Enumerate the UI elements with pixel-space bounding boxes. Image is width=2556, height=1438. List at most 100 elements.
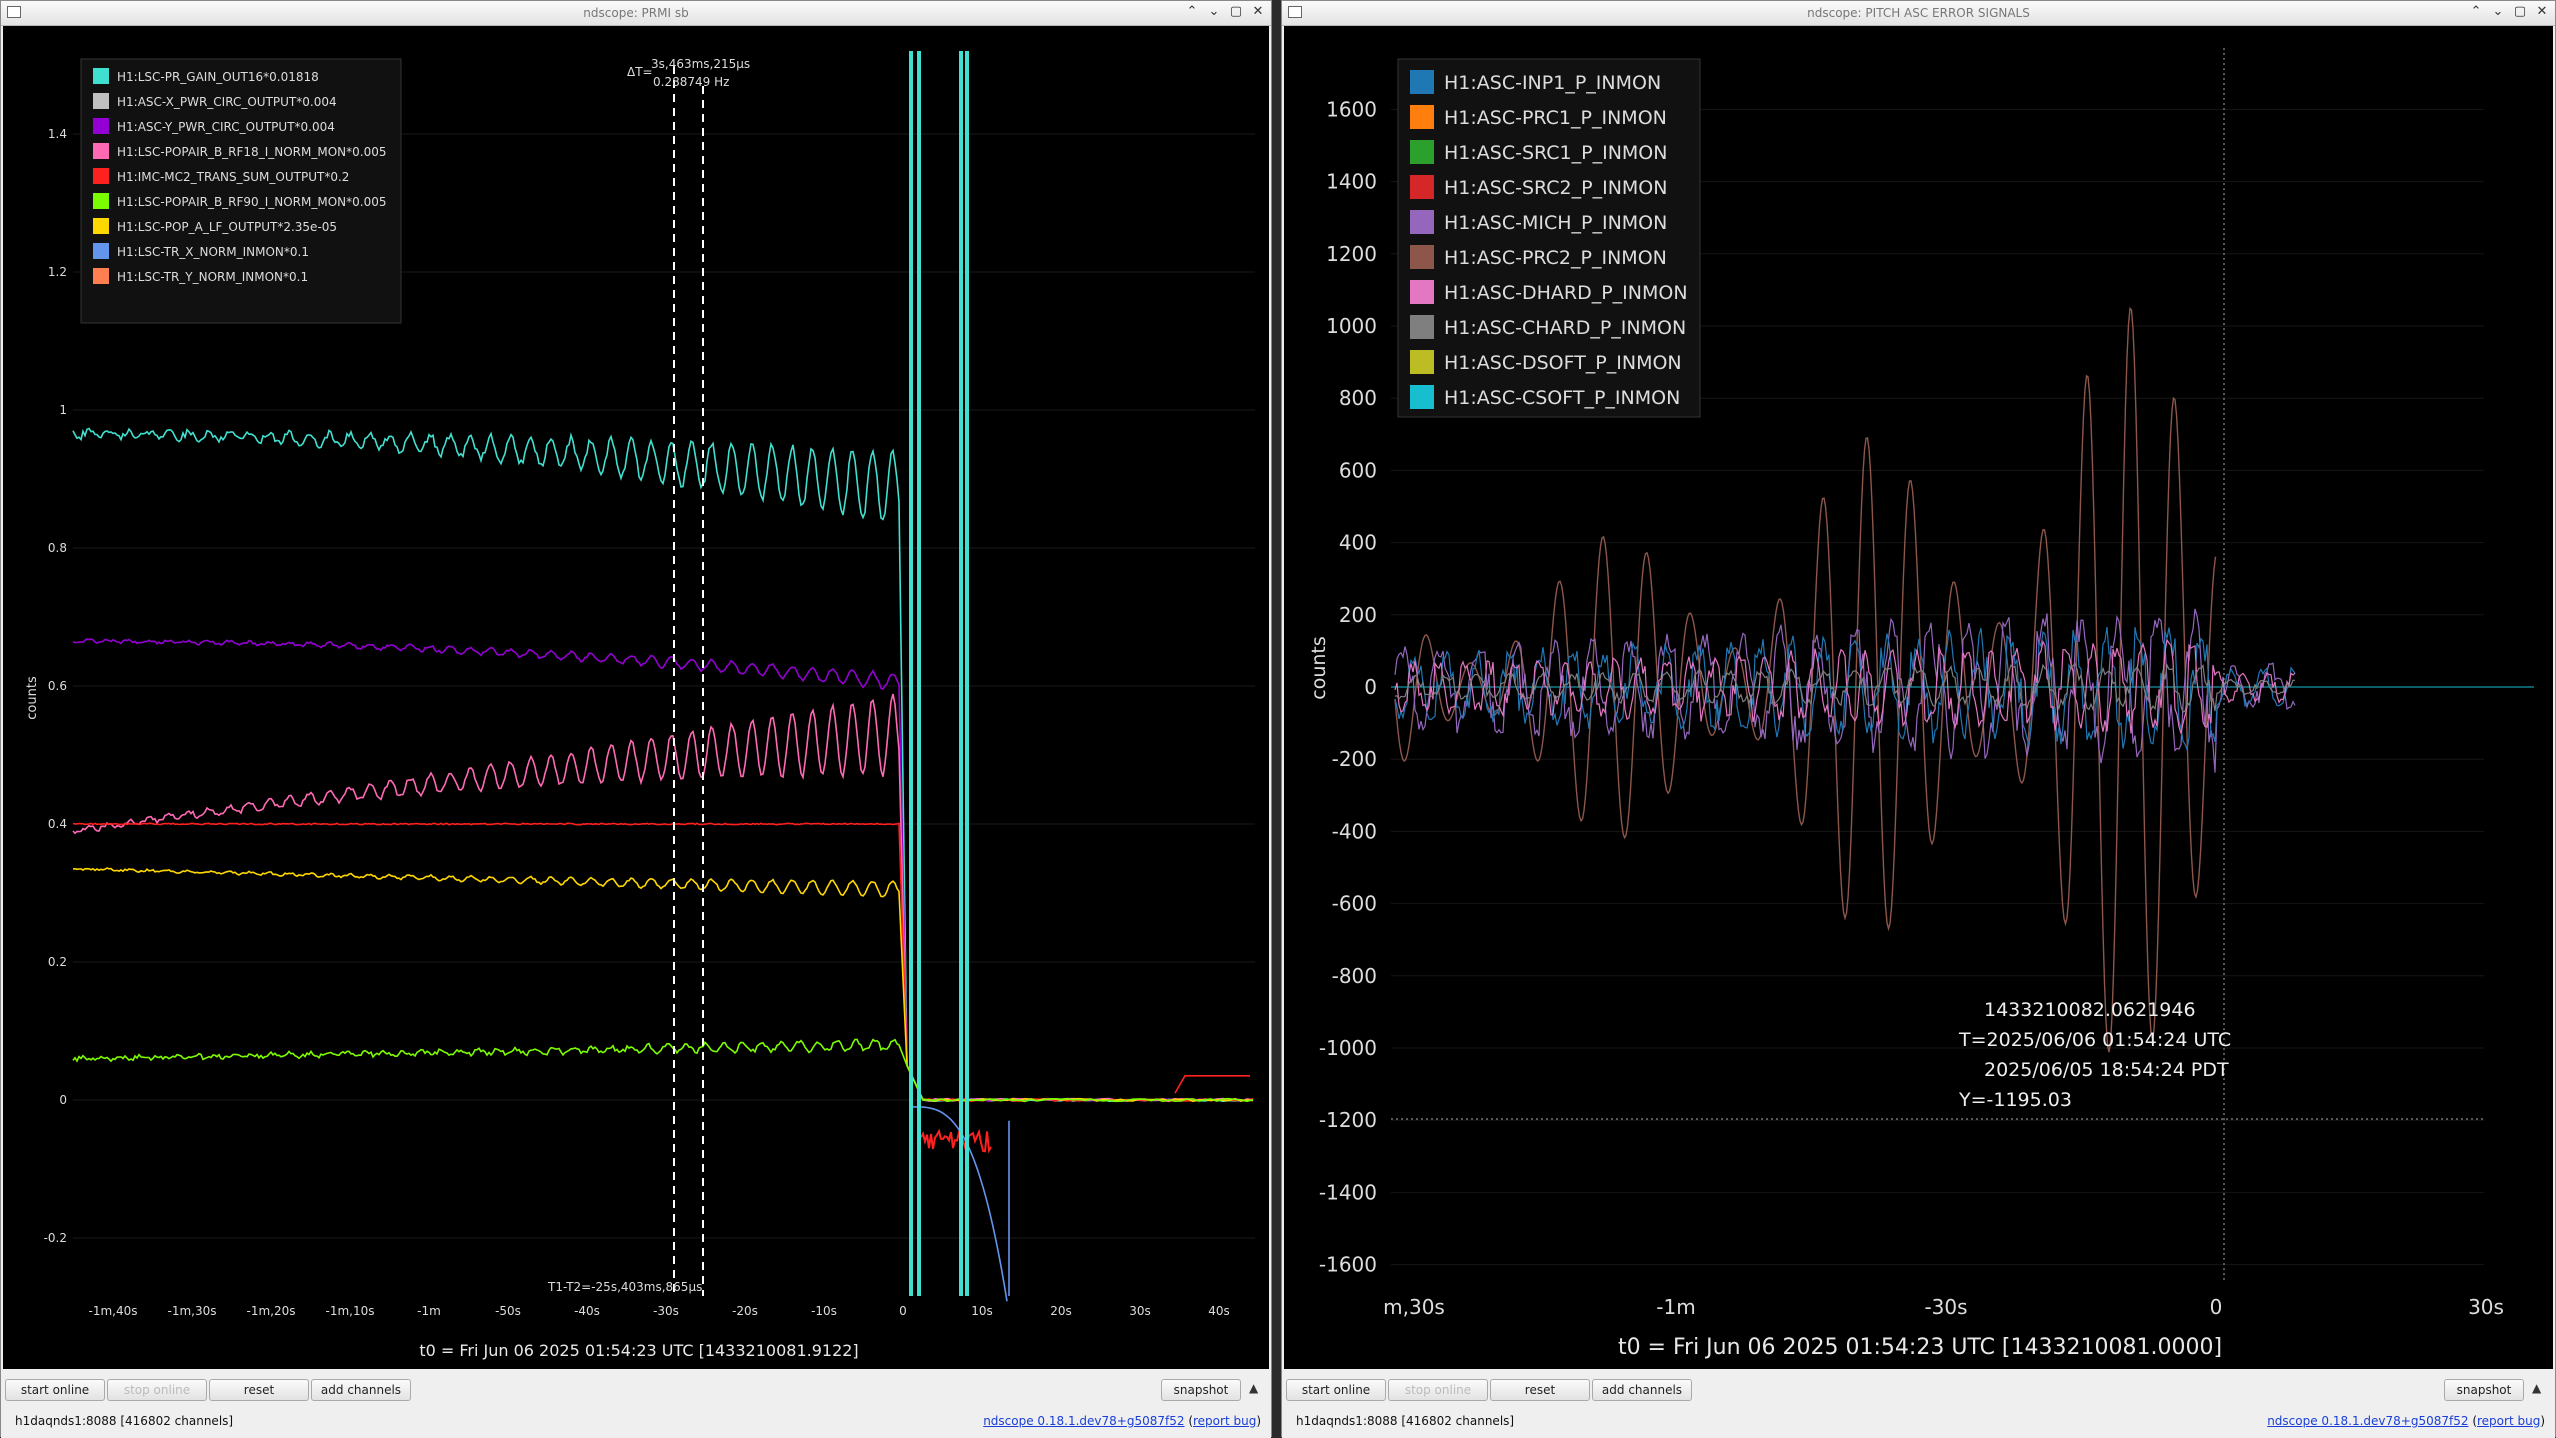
y-tick-label: -0.2 [44, 1231, 67, 1245]
x-tick-label: 10s [971, 1304, 993, 1318]
y-tick-label: -1200 [1319, 1108, 1377, 1132]
title-bar[interactable]: ndscope: PITCH ASC ERROR SIGNALS ⌃ ⌄ ▢ ✕ [1282, 1, 2555, 26]
legend-entry: H1:ASC-CSOFT_P_INMON [1444, 387, 1680, 409]
y-axis-label: counts [1308, 636, 1330, 700]
x-tick-label: 0 [899, 1304, 907, 1318]
legend-entry: H1:ASC-PRC1_P_INMON [1444, 107, 1667, 129]
close-icon[interactable]: ✕ [1251, 4, 1265, 19]
collapse-icon[interactable]: ⌃ [1185, 4, 1199, 19]
chevron-up-icon[interactable]: ▲ [1249, 1381, 1258, 1395]
x-tick-label: -1m [417, 1304, 441, 1318]
collapse-icon[interactable]: ⌃ [2469, 4, 2483, 19]
cursor-utc-readout: T=2025/06/06 01:54:24 UTC [1958, 1029, 2231, 1051]
trace-line [73, 639, 1253, 1101]
legend-entry: H1:ASC-SRC1_P_INMON [1444, 142, 1667, 164]
t0-label: t0 = Fri Jun 06 2025 01:54:23 UTC [14332… [1618, 1335, 2222, 1360]
chevron-up-icon[interactable]: ▲ [2532, 1381, 2541, 1395]
stop-online-button[interactable]: stop online [1388, 1379, 1488, 1401]
legend-entry: H1:ASC-DSOFT_P_INMON [1444, 352, 1682, 374]
bottom-bar: start online stop online reset add chann… [1282, 1371, 2555, 1438]
spike-bar [909, 51, 913, 1296]
x-tick-label: 20s [1050, 1304, 1072, 1318]
t0-label: t0 = Fri Jun 06 2025 01:54:23 UTC [14332… [419, 1341, 858, 1360]
x-tick-label: -1m [1656, 1295, 1695, 1319]
legend-entry: H1:ASC-Y_PWR_CIRC_OUTPUT*0.004 [117, 120, 335, 134]
legend-swatch [1410, 350, 1434, 374]
legend-swatch [1410, 140, 1434, 164]
ndscope-window-pitch-asc: ndscope: PITCH ASC ERROR SIGNALS ⌃ ⌄ ▢ ✕… [1281, 0, 2556, 1437]
legend-entry: H1:ASC-DHARD_P_INMON [1444, 282, 1688, 304]
legend-swatch [93, 118, 109, 134]
plot-area[interactable]: 1.4 1.2 1 0.8 0.6 0.4 0.2 0 -0.2 -1m,40s -1m,30s -… [3, 26, 1269, 1369]
x-tick-label: 30s [2468, 1295, 2504, 1319]
legend-swatch [1410, 175, 1434, 199]
trace-line [73, 694, 1253, 1101]
start-online-button[interactable]: start online [1286, 1379, 1386, 1401]
legend-entry: H1:LSC-TR_Y_NORM_INMON*0.1 [117, 270, 308, 284]
y-tick-label: 600 [1339, 458, 1377, 482]
server-label: h1daqnds1:8088 [1296, 1414, 1398, 1428]
spike-bar [965, 51, 969, 1296]
y-tick-label: 0.8 [48, 541, 67, 555]
reset-button[interactable]: reset [1490, 1379, 1590, 1401]
legend-entry: H1:ASC-PRC2_P_INMON [1444, 247, 1667, 269]
y-tick-label: 1600 [1326, 97, 1377, 121]
minimize-icon[interactable]: ⌄ [1207, 4, 1221, 19]
delta-t-value: 3s,463ms,215µs [651, 57, 750, 71]
y-tick-label: -1600 [1319, 1253, 1377, 1277]
legend-entry: H1:LSC-PR_GAIN_OUT16*0.01818 [117, 70, 319, 84]
legend-swatch [93, 93, 109, 109]
x-tick-label: 30s [1129, 1304, 1151, 1318]
legend-swatch [93, 68, 109, 84]
title-bar[interactable]: ndscope: PRMI sb ⌃ ⌄ ▢ ✕ [1, 1, 1271, 26]
y-axis-label: counts [25, 676, 40, 720]
spike-bar [917, 51, 921, 1296]
maximize-icon[interactable]: ▢ [1229, 4, 1243, 19]
minimize-icon[interactable]: ⌄ [2491, 4, 2505, 19]
delta-t-label: ΔT= [627, 65, 653, 79]
close-icon[interactable]: ✕ [2535, 4, 2549, 19]
version-link[interactable]: ndscope 0.18.1.dev78+g5087f52 [2267, 1414, 2468, 1428]
y-tick-label: 200 [1339, 603, 1377, 627]
legend-swatch [93, 218, 109, 234]
trace-line [1395, 627, 2295, 749]
legend-entry: H1:ASC-MICH_P_INMON [1444, 212, 1667, 234]
legend-swatch [1410, 315, 1434, 339]
x-tick-label: -1m,10s [326, 1304, 375, 1318]
trace-line [73, 1039, 1253, 1101]
stop-online-button[interactable]: stop online [107, 1379, 207, 1401]
report-bug-link[interactable]: report bug [2477, 1414, 2540, 1428]
cursor-y-readout: Y=-1195.03 [1958, 1089, 2072, 1111]
reset-button[interactable]: reset [209, 1379, 309, 1401]
trace-line [1175, 1076, 1250, 1093]
add-channels-button[interactable]: add channels [311, 1379, 411, 1401]
start-online-button[interactable]: start online [5, 1379, 105, 1401]
server-label: h1daqnds1:8088 [15, 1414, 117, 1428]
plot-area[interactable]: 1600 1400 1200 1000 800 600 400 200 0 -200 -400 -60… [1284, 26, 2553, 1369]
y-tick-label: 1.2 [48, 265, 67, 279]
y-tick-label: 0.4 [48, 817, 67, 831]
add-channels-button[interactable]: add channels [1592, 1379, 1692, 1401]
snapshot-button[interactable]: snapshot [1161, 1379, 1241, 1401]
report-bug-link[interactable]: report bug [1193, 1414, 1256, 1428]
x-tick-label: -1m,40s [89, 1304, 138, 1318]
x-tick-label: m,30s [1383, 1295, 1445, 1319]
legend-entry: H1:IMC-MC2_TRANS_SUM_OUTPUT*0.2 [117, 170, 349, 184]
window-title: ndscope: PITCH ASC ERROR SIGNALS [1282, 6, 2555, 20]
x-tick-label: -20s [732, 1304, 758, 1318]
legend-swatch [93, 143, 109, 159]
legend-swatch [93, 243, 109, 259]
x-tick-label: -30s [1924, 1295, 1967, 1319]
legend-entry: H1:LSC-TR_X_NORM_INMON*0.1 [117, 245, 309, 259]
y-tick-label: -600 [1332, 892, 1377, 916]
y-tick-label: 0.2 [48, 955, 67, 969]
version-link[interactable]: ndscope 0.18.1.dev78+g5087f52 [983, 1414, 1184, 1428]
snapshot-button[interactable]: snapshot [2444, 1379, 2524, 1401]
y-tick-label: -1000 [1319, 1036, 1377, 1060]
maximize-icon[interactable]: ▢ [2513, 4, 2527, 19]
x-tick-label: 40s [1208, 1304, 1230, 1318]
y-tick-label: -200 [1332, 747, 1377, 771]
x-tick-label: -1m,30s [168, 1304, 217, 1318]
x-tick-label: -1m,20s [247, 1304, 296, 1318]
y-tick-label: -800 [1332, 964, 1377, 988]
